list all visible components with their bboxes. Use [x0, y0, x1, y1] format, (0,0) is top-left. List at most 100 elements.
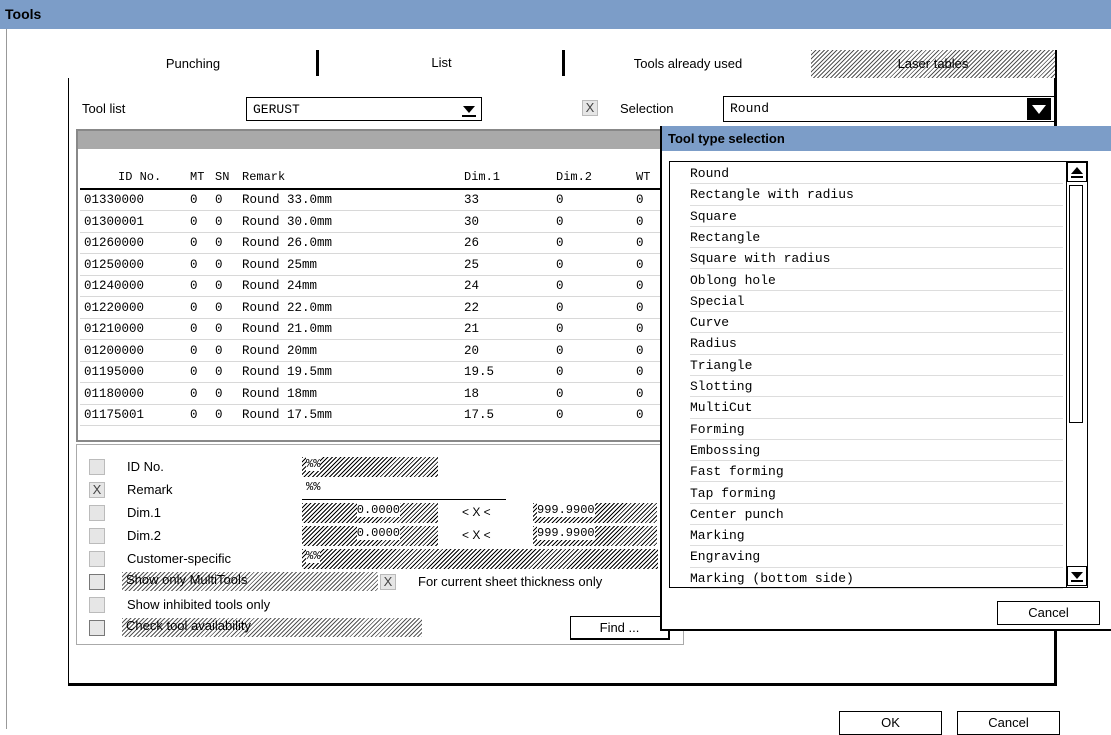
ok-button[interactable]: OK	[839, 711, 942, 735]
scroll-thumb[interactable]	[1069, 185, 1083, 423]
table-row[interactable]: 01240000 0 0 Round 24mm 24 0 0	[80, 276, 664, 297]
remark-filter-field[interactable]: %%	[302, 480, 506, 500]
window-left-edge	[6, 29, 7, 729]
table-row[interactable]: 01195000 0 0 Round 19.5mm 19.5 0 0	[80, 362, 664, 383]
tool-type-item[interactable]: Rectangle	[690, 227, 1063, 249]
dim1-max-value: 999.9900	[537, 503, 595, 517]
tool-type-item[interactable]: Rectangle with radius	[690, 184, 1063, 206]
tool-type-item[interactable]: Round	[690, 163, 1063, 185]
tool-type-item[interactable]: Radius	[690, 333, 1063, 355]
tool-list-combo[interactable]: GERUST	[246, 97, 482, 121]
tool-type-item[interactable]: MultiCut	[690, 397, 1063, 419]
tool-type-item[interactable]: Curve	[690, 312, 1063, 334]
tab-list[interactable]: List	[319, 50, 564, 78]
tool-type-item[interactable]: Marking (bottom side)	[690, 568, 1063, 589]
table-row[interactable]: 01210000 0 0 Round 21.0mm 21 0 0	[80, 319, 664, 340]
tool-type-item[interactable]: Embossing	[690, 440, 1063, 462]
row-sn: 0	[215, 193, 223, 207]
remark-filter-checkbox[interactable]: X	[89, 482, 105, 498]
find-button[interactable]: Find ...	[570, 616, 670, 640]
table-row[interactable]: 01175001 0 0 Round 17.5mm 17.5 0 0	[80, 405, 664, 426]
scroll-down-button[interactable]	[1067, 566, 1087, 586]
row-id: 01210000	[84, 322, 145, 336]
row-dim1: 17.5	[464, 408, 495, 422]
cancel-button[interactable]: Cancel	[957, 711, 1060, 735]
availability-label[interactable]: Check tool availability	[122, 618, 422, 637]
tab-laser-tables[interactable]: Laser tables	[811, 50, 1057, 78]
row-dim2: 0	[556, 322, 564, 336]
tab-list-label: List	[431, 55, 452, 70]
tab-tools-already-used[interactable]: Tools already used	[565, 50, 811, 78]
scroll-up-button[interactable]	[1067, 162, 1087, 182]
popup-cancel-button[interactable]: Cancel	[997, 601, 1100, 625]
inhibited-checkbox[interactable]	[89, 597, 105, 613]
dim2-filter-checkbox[interactable]	[89, 528, 105, 544]
table-row[interactable]: 01260000 0 0 Round 26.0mm 26 0 0	[80, 233, 664, 254]
table-header-bar	[78, 131, 666, 149]
tab-punching[interactable]: Punching	[70, 50, 316, 78]
table-row[interactable]: 01200000 0 0 Round 20mm 20 0 0	[80, 341, 664, 362]
tool-list-value: GERUST	[253, 102, 300, 117]
row-id: 01330000	[84, 193, 145, 207]
table-row[interactable]: 01300001 0 0 Round 30.0mm 30 0 0	[80, 212, 664, 233]
row-dim1: 25	[464, 257, 480, 272]
customer-filter-checkbox[interactable]	[89, 551, 105, 567]
tool-type-item[interactable]: Fast forming	[690, 461, 1063, 483]
tool-type-item[interactable]: Center punch	[690, 504, 1063, 526]
tool-type-item[interactable]: Engraving	[690, 546, 1063, 568]
tool-type-item[interactable]: Marking	[690, 525, 1063, 547]
multitools-checkbox[interactable]	[89, 574, 105, 590]
availability-checkbox[interactable]	[89, 620, 105, 636]
id-filter-field[interactable]: %%	[302, 457, 438, 477]
tool-type-item[interactable]: Special	[690, 291, 1063, 313]
table-row[interactable]: 01250000 0 0 Round 25mm 25 0 0	[80, 255, 664, 276]
tool-type-item-label: Special	[690, 293, 745, 309]
row-sn: 0	[215, 279, 223, 293]
row-id: 01175001	[84, 408, 145, 422]
customer-filter-field[interactable]: %%	[302, 549, 658, 569]
tool-type-item[interactable]: Slotting	[690, 376, 1063, 398]
dim1-filter-checkbox[interactable]	[89, 505, 105, 521]
row-remark: Round 18mm	[242, 386, 318, 401]
tool-type-item[interactable]: Square with radius	[690, 248, 1063, 270]
dim2-max-field[interactable]: 999.9900	[533, 526, 657, 546]
row-mt: 0	[190, 322, 198, 336]
row-sn: 0	[215, 257, 223, 272]
table-row[interactable]: 01180000 0 0 Round 18mm 18 0 0	[80, 384, 664, 405]
row-wt: 0	[636, 214, 644, 229]
dim1-min-field[interactable]: 0.0000	[302, 503, 438, 523]
row-sn: 0	[215, 322, 223, 336]
tool-list-label: Tool list	[82, 101, 126, 116]
dim2-min-field[interactable]: 0.0000	[302, 526, 438, 546]
tool-type-item-label: Slotting	[690, 379, 753, 394]
sheet-thickness-checkbox[interactable]: X	[380, 574, 396, 590]
row-wt: 0	[636, 408, 644, 422]
remark-filter-value: %%	[306, 480, 321, 494]
tool-type-item[interactable]: Tap forming	[690, 483, 1063, 504]
multitools-label[interactable]: Show only MultiTools	[122, 572, 378, 591]
selection-value: Round	[730, 101, 770, 116]
tool-type-item-label: Radius	[690, 336, 737, 352]
tool-type-item[interactable]: Triangle	[690, 355, 1063, 376]
tab-laser-tables-label: Laser tables	[897, 56, 969, 71]
row-remark: Round 30.0mm	[242, 214, 333, 229]
dim1-max-field[interactable]: 999.9900	[533, 503, 657, 523]
id-filter-checkbox[interactable]	[89, 459, 105, 475]
table-row[interactable]: 01330000 0 0 Round 33.0mm 33 0 0	[80, 190, 664, 211]
tool-type-item[interactable]: Oblong hole	[690, 270, 1063, 291]
row-wt: 0	[636, 279, 644, 293]
row-id: 01220000	[84, 300, 145, 315]
selection-checkbox[interactable]: X	[582, 100, 598, 116]
tool-type-item-label: Square	[690, 208, 737, 224]
tool-type-item[interactable]: Forming	[690, 419, 1063, 440]
chevron-down-icon	[1027, 98, 1051, 120]
row-mt: 0	[190, 386, 198, 401]
row-id: 01200000	[84, 343, 145, 358]
dim1-min-value: 0.0000	[356, 503, 400, 517]
tool-type-item-label: Rectangle	[690, 229, 761, 245]
table-row[interactable]: 01220000 0 0 Round 22.0mm 22 0 0	[80, 298, 664, 319]
dialog-frame-left	[68, 78, 69, 686]
tool-type-item-label: Square with radius	[690, 251, 831, 267]
selection-combo[interactable]: Round	[723, 96, 1055, 122]
tool-type-item[interactable]: Square	[690, 206, 1063, 227]
